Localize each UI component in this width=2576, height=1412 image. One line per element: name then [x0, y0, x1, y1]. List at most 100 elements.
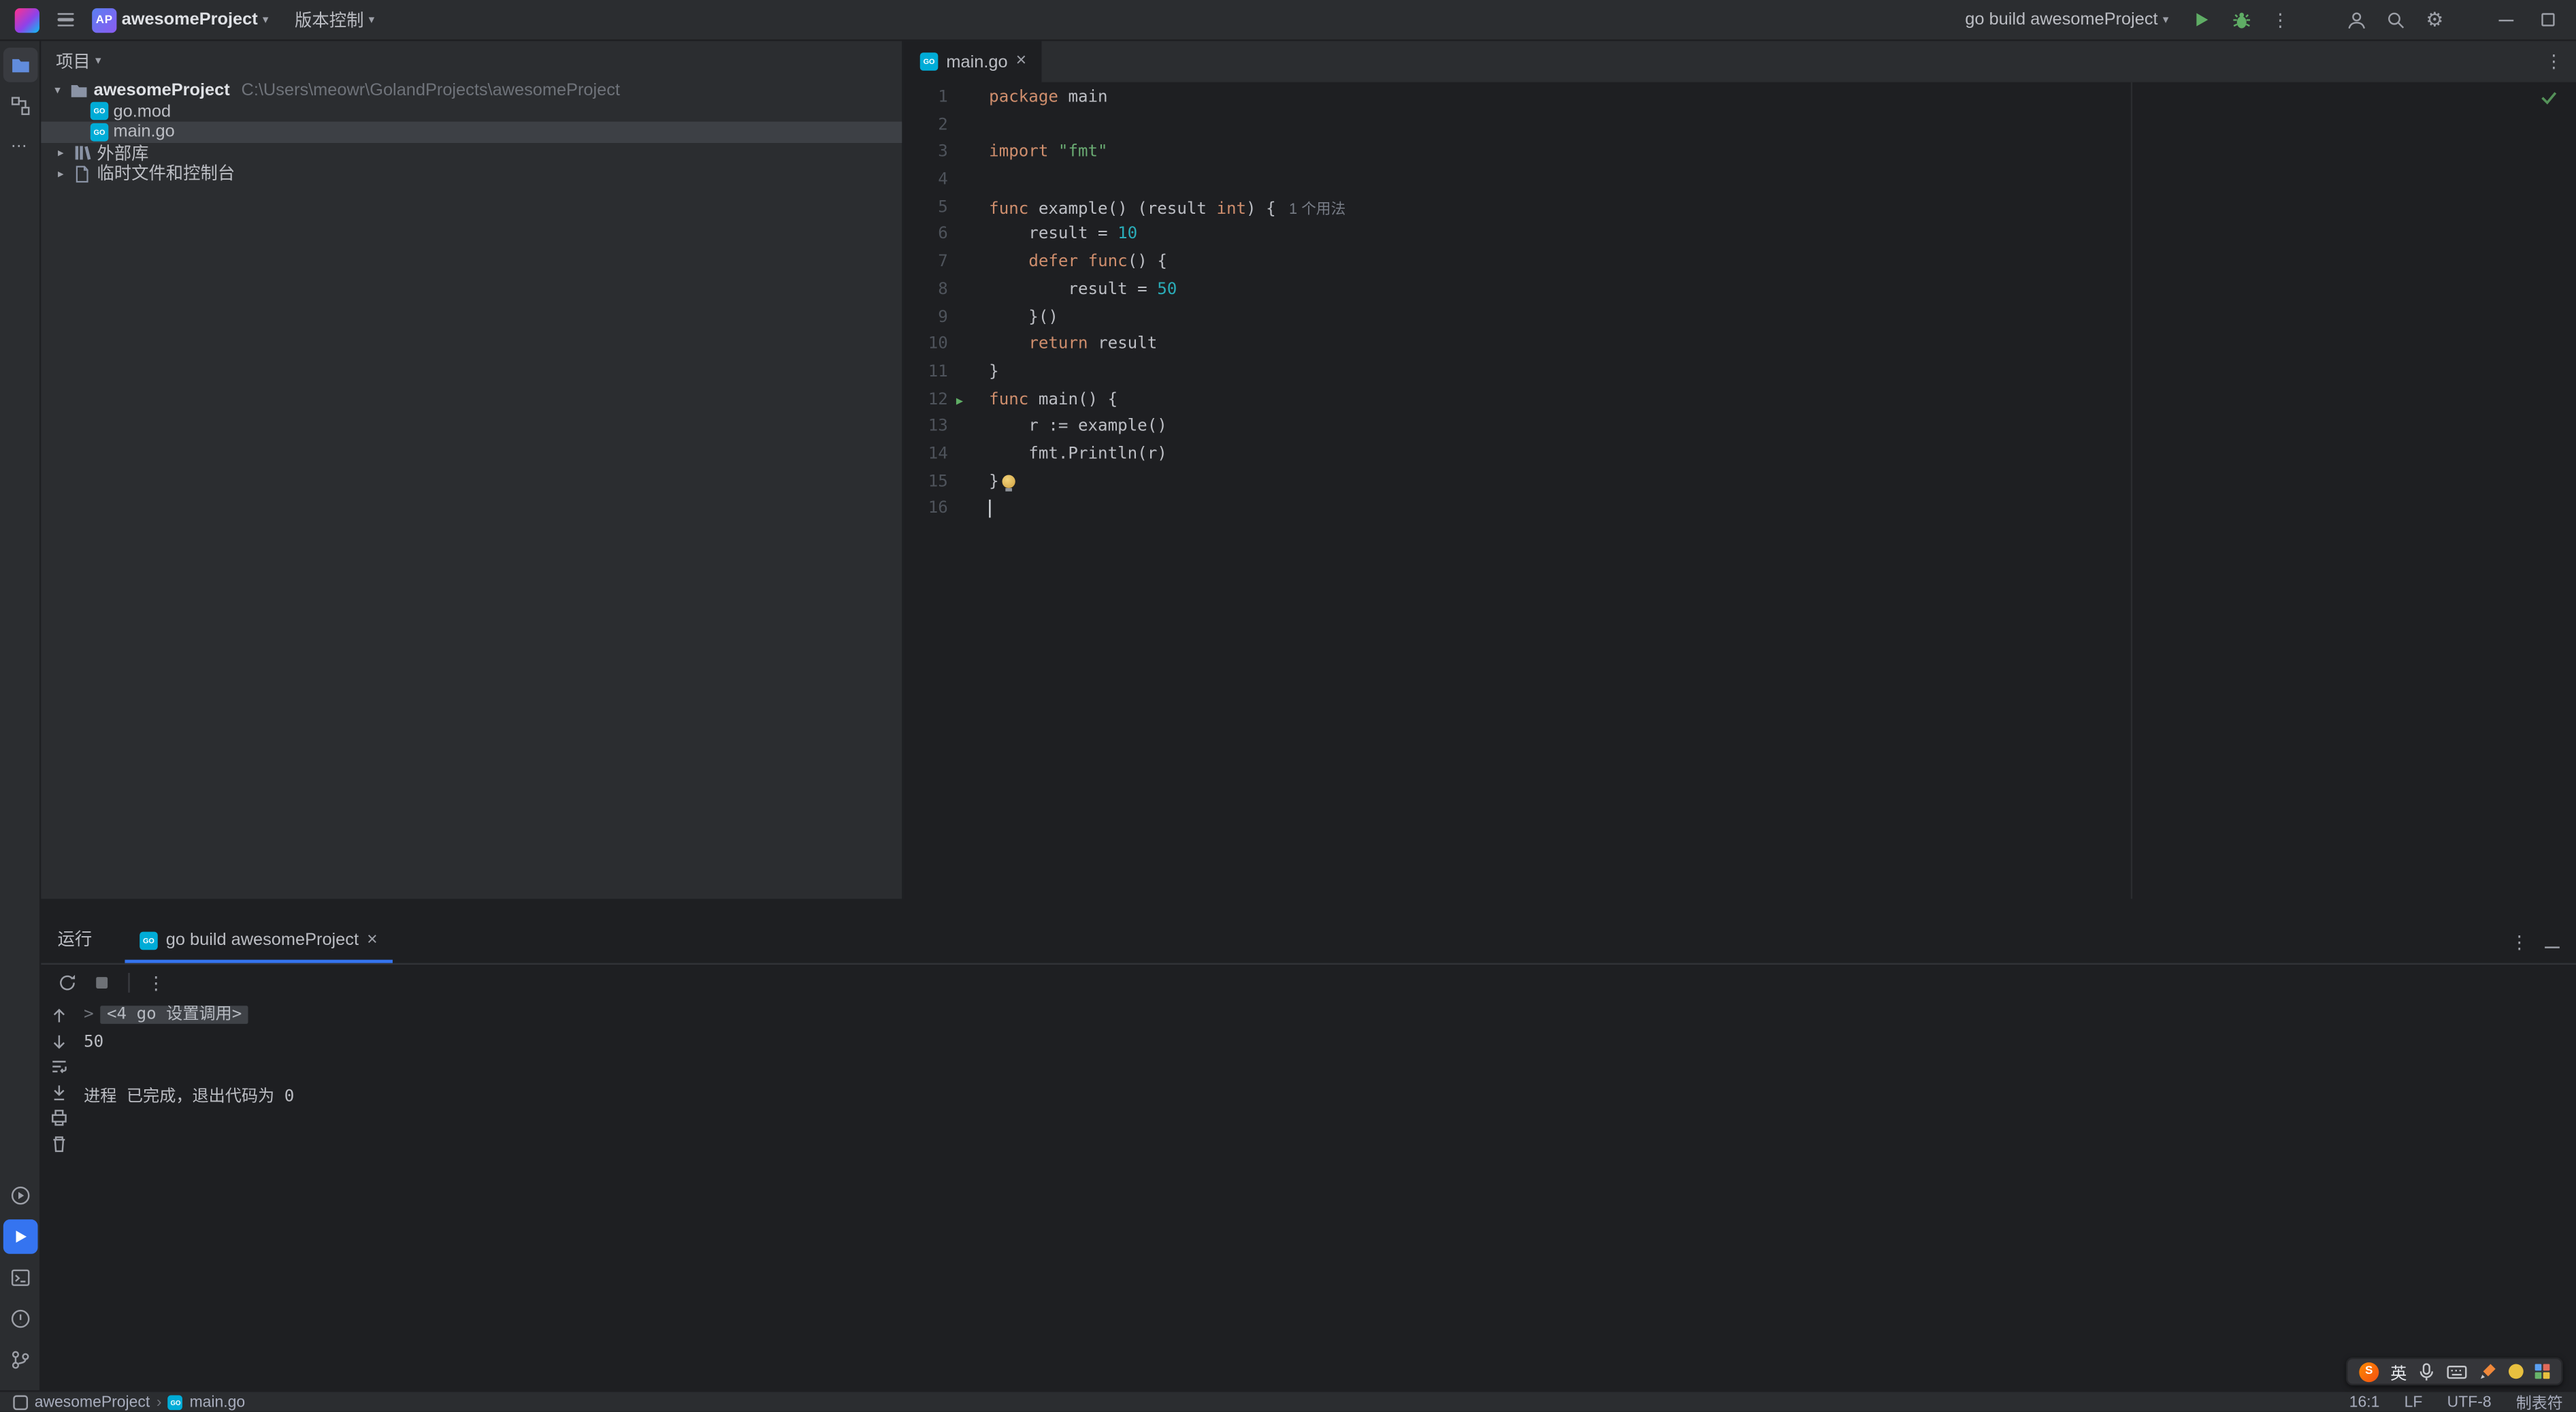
scroll-to-end-button[interactable]: [49, 1082, 69, 1102]
line-number[interactable]: 5: [905, 195, 948, 223]
vcs-widget[interactable]: 版本控制 ▾: [295, 7, 374, 32]
soft-wrap-button[interactable]: [49, 1057, 69, 1076]
code-line[interactable]: 10 return result: [905, 332, 2576, 359]
tree-row-scratches[interactable]: ▸ 临时文件和控制台: [41, 163, 902, 184]
breadcrumb-file[interactable]: main.go: [190, 1393, 246, 1411]
intention-bulb-icon[interactable]: [1002, 474, 1015, 491]
rerun-button[interactable]: [54, 969, 81, 996]
code-line[interactable]: 13 r := example(): [905, 415, 2576, 442]
keyboard-icon[interactable]: [2446, 1363, 2467, 1379]
chevron-right-icon[interactable]: ▸: [54, 167, 67, 180]
line-number[interactable]: 12: [905, 387, 948, 415]
scroll-to-bottom-button[interactable]: [49, 1031, 69, 1051]
run-panel-tab[interactable]: GO go build awesomeProject ×: [125, 930, 393, 963]
line-number[interactable]: 9: [905, 305, 948, 332]
code-line[interactable]: 15}: [905, 469, 2576, 496]
code-line[interactable]: 8 result = 50: [905, 277, 2576, 304]
line-number[interactable]: 8: [905, 277, 948, 304]
tree-row-file[interactable]: GO go.mod: [41, 101, 902, 122]
run-panel-options-button[interactable]: ⋮: [2510, 932, 2528, 953]
run-button[interactable]: [2185, 3, 2217, 36]
tree-row-file-selected[interactable]: GO main.go: [41, 122, 902, 143]
code-line[interactable]: 5 func example() (result int) {1 个用法: [905, 195, 2576, 223]
code-line[interactable]: 3 import "fmt": [905, 140, 2576, 167]
console-line[interactable]: 进程 已完成，退出代码为 0: [84, 1085, 2576, 1112]
editor-tab-main-go[interactable]: GO main.go ×: [905, 41, 1041, 82]
line-number[interactable]: 4: [905, 167, 948, 195]
main-menu-button[interactable]: [49, 3, 82, 36]
maximize-button[interactable]: [2530, 3, 2566, 36]
indent-widget[interactable]: 制表符: [2516, 1390, 2563, 1411]
more-toolwindows-button[interactable]: ⋯: [3, 130, 37, 165]
run-configuration-selector[interactable]: go build awesomeProject ▾: [1965, 10, 2168, 29]
code-line[interactable]: 7 defer func() {: [905, 250, 2576, 277]
tree-row-external-libraries[interactable]: ▸ 外部库: [41, 142, 902, 163]
problems-toolwindow-button[interactable]: [3, 1302, 37, 1336]
code-line[interactable]: 11}: [905, 359, 2576, 387]
line-number[interactable]: 7: [905, 250, 948, 277]
print-button[interactable]: [49, 1108, 69, 1127]
console-line[interactable]: > <4 go 设置调用>: [84, 1002, 2576, 1029]
skin-brush-icon[interactable]: [2479, 1362, 2498, 1381]
line-number[interactable]: 15: [905, 469, 948, 496]
console-lines[interactable]: > <4 go 设置调用> 50 进程 已完成，退出代码为 0: [77, 1001, 2576, 1390]
emoji-icon[interactable]: [2509, 1364, 2524, 1379]
folded-command-chip[interactable]: <4 go 设置调用>: [100, 1006, 248, 1024]
console-line[interactable]: 50: [84, 1030, 2576, 1057]
line-number[interactable]: 10: [905, 332, 948, 359]
line-number[interactable]: 2: [905, 113, 948, 140]
mic-icon[interactable]: [2418, 1362, 2434, 1381]
code-line[interactable]: 1 package main: [905, 86, 2576, 113]
caret-position-widget[interactable]: 16:1: [2349, 1393, 2380, 1411]
scroll-to-top-button[interactable]: [49, 1006, 69, 1025]
code-line[interactable]: 6 result = 10: [905, 223, 2576, 250]
services-toolwindow-button[interactable]: [3, 1178, 37, 1213]
toolbox-grid-icon[interactable]: [2534, 1364, 2550, 1379]
chevron-right-icon[interactable]: ▸: [54, 146, 67, 159]
code-with-me-button[interactable]: [2339, 3, 2372, 36]
project-panel-header[interactable]: 项目 ▾: [41, 41, 902, 80]
encoding-widget[interactable]: UTF-8: [2447, 1393, 2492, 1411]
minimize-button[interactable]: [2488, 3, 2524, 36]
code-line[interactable]: 16: [905, 497, 2576, 524]
code-line[interactable]: 9 }(): [905, 305, 2576, 332]
hide-panel-button[interactable]: [2545, 933, 2560, 952]
chevron-down-icon[interactable]: ▾: [51, 84, 64, 97]
close-tab-icon[interactable]: ×: [1016, 52, 1027, 71]
tree-row-root[interactable]: ▾ awesomeProject C:\Users\meowr\GolandPr…: [41, 80, 902, 101]
close-tab-icon[interactable]: ×: [367, 930, 378, 949]
line-number[interactable]: 14: [905, 442, 948, 469]
line-number[interactable]: 11: [905, 359, 948, 387]
code-editor[interactable]: 1 package main 2 3 import "fmt" 4 5 func exampl…: [905, 82, 2576, 899]
usages-hint[interactable]: 1 个用法: [1289, 200, 1346, 216]
line-number[interactable]: 3: [905, 140, 948, 167]
project-widget[interactable]: AP awesomeProject ▾: [88, 3, 272, 36]
fold-arrow-icon[interactable]: >: [84, 1006, 94, 1024]
settings-button[interactable]: ⚙: [2418, 3, 2451, 36]
terminal-toolwindow-button[interactable]: [3, 1260, 37, 1295]
version-control-toolwindow-button[interactable]: [3, 1343, 37, 1377]
search-everywhere-button[interactable]: [2379, 3, 2411, 36]
code-line[interactable]: 2: [905, 113, 2576, 140]
line-separator-widget[interactable]: LF: [2404, 1393, 2423, 1411]
breadcrumb-project[interactable]: awesomeProject: [35, 1393, 150, 1411]
clear-console-button[interactable]: [49, 1133, 69, 1153]
line-number[interactable]: 6: [905, 223, 948, 250]
structure-toolwindow-button[interactable]: [3, 89, 37, 123]
code-line[interactable]: 4: [905, 167, 2576, 195]
code-line[interactable]: 14 fmt.Println(r): [905, 442, 2576, 469]
console-more-button[interactable]: ⋮: [143, 969, 169, 996]
stop-button[interactable]: [88, 969, 115, 996]
sogou-logo-icon[interactable]: S: [2359, 1361, 2379, 1381]
line-number[interactable]: 1: [905, 86, 948, 113]
run-toolwindow-button[interactable]: [2, 1219, 37, 1254]
project-toolwindow-button[interactable]: [2, 48, 37, 82]
ime-language-indicator[interactable]: 英: [2390, 1359, 2407, 1384]
run-gutter-icon[interactable]: ▶: [956, 387, 963, 415]
console-line[interactable]: [84, 1057, 2576, 1085]
debug-button[interactable]: [2224, 3, 2257, 36]
tab-options-button[interactable]: ⋮: [2545, 51, 2563, 72]
line-number[interactable]: 13: [905, 415, 948, 442]
line-number[interactable]: 16: [905, 497, 948, 524]
code-line[interactable]: 12 ▶ func main() {: [905, 387, 2576, 415]
